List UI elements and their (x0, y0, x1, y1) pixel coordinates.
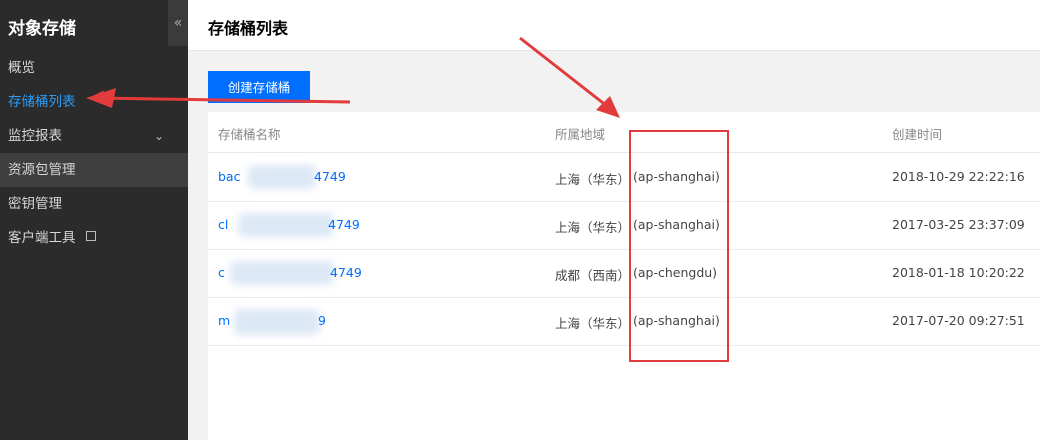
bucket-name-suffix[interactable]: 9 (318, 313, 326, 328)
bucket-name-prefix[interactable]: cl (218, 217, 228, 232)
sidebar-title: 对象存储 (8, 19, 76, 39)
created-time: 2018-10-29 22:22:16 (892, 169, 1025, 184)
column-header-region: 所属地域 (555, 127, 606, 142)
sidebar: 对象存储 « 概览 存储桶列表 监控报表 ⌄ 资源包管理 密钥管理 客户端工具 (0, 0, 188, 440)
main-content: 存储桶列表 创建存储桶 存储桶名称 所属地域 创建时间 bac 4749 上海（… (188, 0, 1040, 440)
sidebar-item-label: 监控报表 (8, 128, 62, 144)
sidebar-item-overview[interactable]: 概览 (0, 51, 188, 85)
region-name: 上海（华东） (555, 220, 631, 235)
region-name: 上海（华东） (555, 172, 631, 187)
created-time: 2017-07-20 09:27:51 (892, 313, 1025, 328)
redacted-blur (248, 165, 316, 189)
created-time: 2018-01-18 10:20:22 (892, 265, 1025, 280)
bucket-name-prefix[interactable]: m (218, 313, 230, 328)
bucket-name-suffix[interactable]: 4749 (314, 169, 346, 184)
bucket-name-suffix[interactable]: 4749 (330, 265, 362, 280)
redacted-blur (230, 261, 334, 285)
table-row[interactable]: bac 4749 上海（华东） (ap-shanghai) 2018-10-29… (208, 153, 1040, 202)
sidebar-item-client-tools[interactable]: 客户端工具 (0, 221, 188, 255)
table-row[interactable]: cl 4749 上海（华东） (ap-shanghai) 2017-03-25 … (208, 201, 1040, 250)
table-row[interactable]: m 9 上海（华东） (ap-shanghai) 2017-07-20 09:2… (208, 297, 1040, 346)
sidebar-item-label: 客户端工具 (8, 230, 76, 246)
external-link-icon (85, 231, 96, 241)
annotation-highlight-box (629, 130, 729, 362)
sidebar-item-keys[interactable]: 密钥管理 (0, 187, 188, 221)
sidebar-item-monitoring[interactable]: 监控报表 ⌄ (0, 119, 188, 153)
table-row[interactable]: c 4749 成都（西南） (ap-chengdu) 2018-01-18 10… (208, 249, 1040, 298)
sidebar-item-label: 资源包管理 (8, 162, 76, 178)
page-title: 存储桶列表 (208, 19, 289, 38)
redacted-blur (238, 213, 334, 237)
chevron-down-icon: ⌄ (153, 129, 164, 143)
sidebar-item-resource-packs[interactable]: 资源包管理 (0, 153, 188, 187)
sidebar-item-label: 存储桶列表 (8, 94, 76, 110)
bucket-name-prefix[interactable]: c (218, 265, 225, 280)
bucket-name-prefix[interactable]: bac (218, 169, 240, 184)
created-time: 2017-03-25 23:37:09 (892, 217, 1025, 232)
bucket-name-suffix[interactable]: 4749 (328, 217, 360, 232)
sidebar-item-label: 概览 (8, 60, 35, 76)
column-header-created: 创建时间 (892, 127, 943, 142)
sidebar-item-label: 密钥管理 (8, 196, 62, 212)
bucket-table: 存储桶名称 所属地域 创建时间 bac 4749 上海（华东） (ap-shan… (208, 112, 1040, 440)
region-name: 上海（华东） (555, 316, 631, 331)
create-bucket-button[interactable]: 创建存储桶 (208, 71, 310, 103)
collapse-sidebar-icon[interactable]: « (168, 0, 188, 46)
sidebar-header: 对象存储 « (0, 0, 188, 48)
redacted-blur (234, 309, 320, 335)
column-header-name: 存储桶名称 (218, 127, 281, 142)
table-header: 存储桶名称 所属地域 创建时间 (208, 112, 1040, 153)
sidebar-item-bucket-list[interactable]: 存储桶列表 (0, 85, 188, 119)
page-header: 存储桶列表 (188, 0, 1040, 51)
region-name: 成都（西南） (555, 268, 631, 283)
